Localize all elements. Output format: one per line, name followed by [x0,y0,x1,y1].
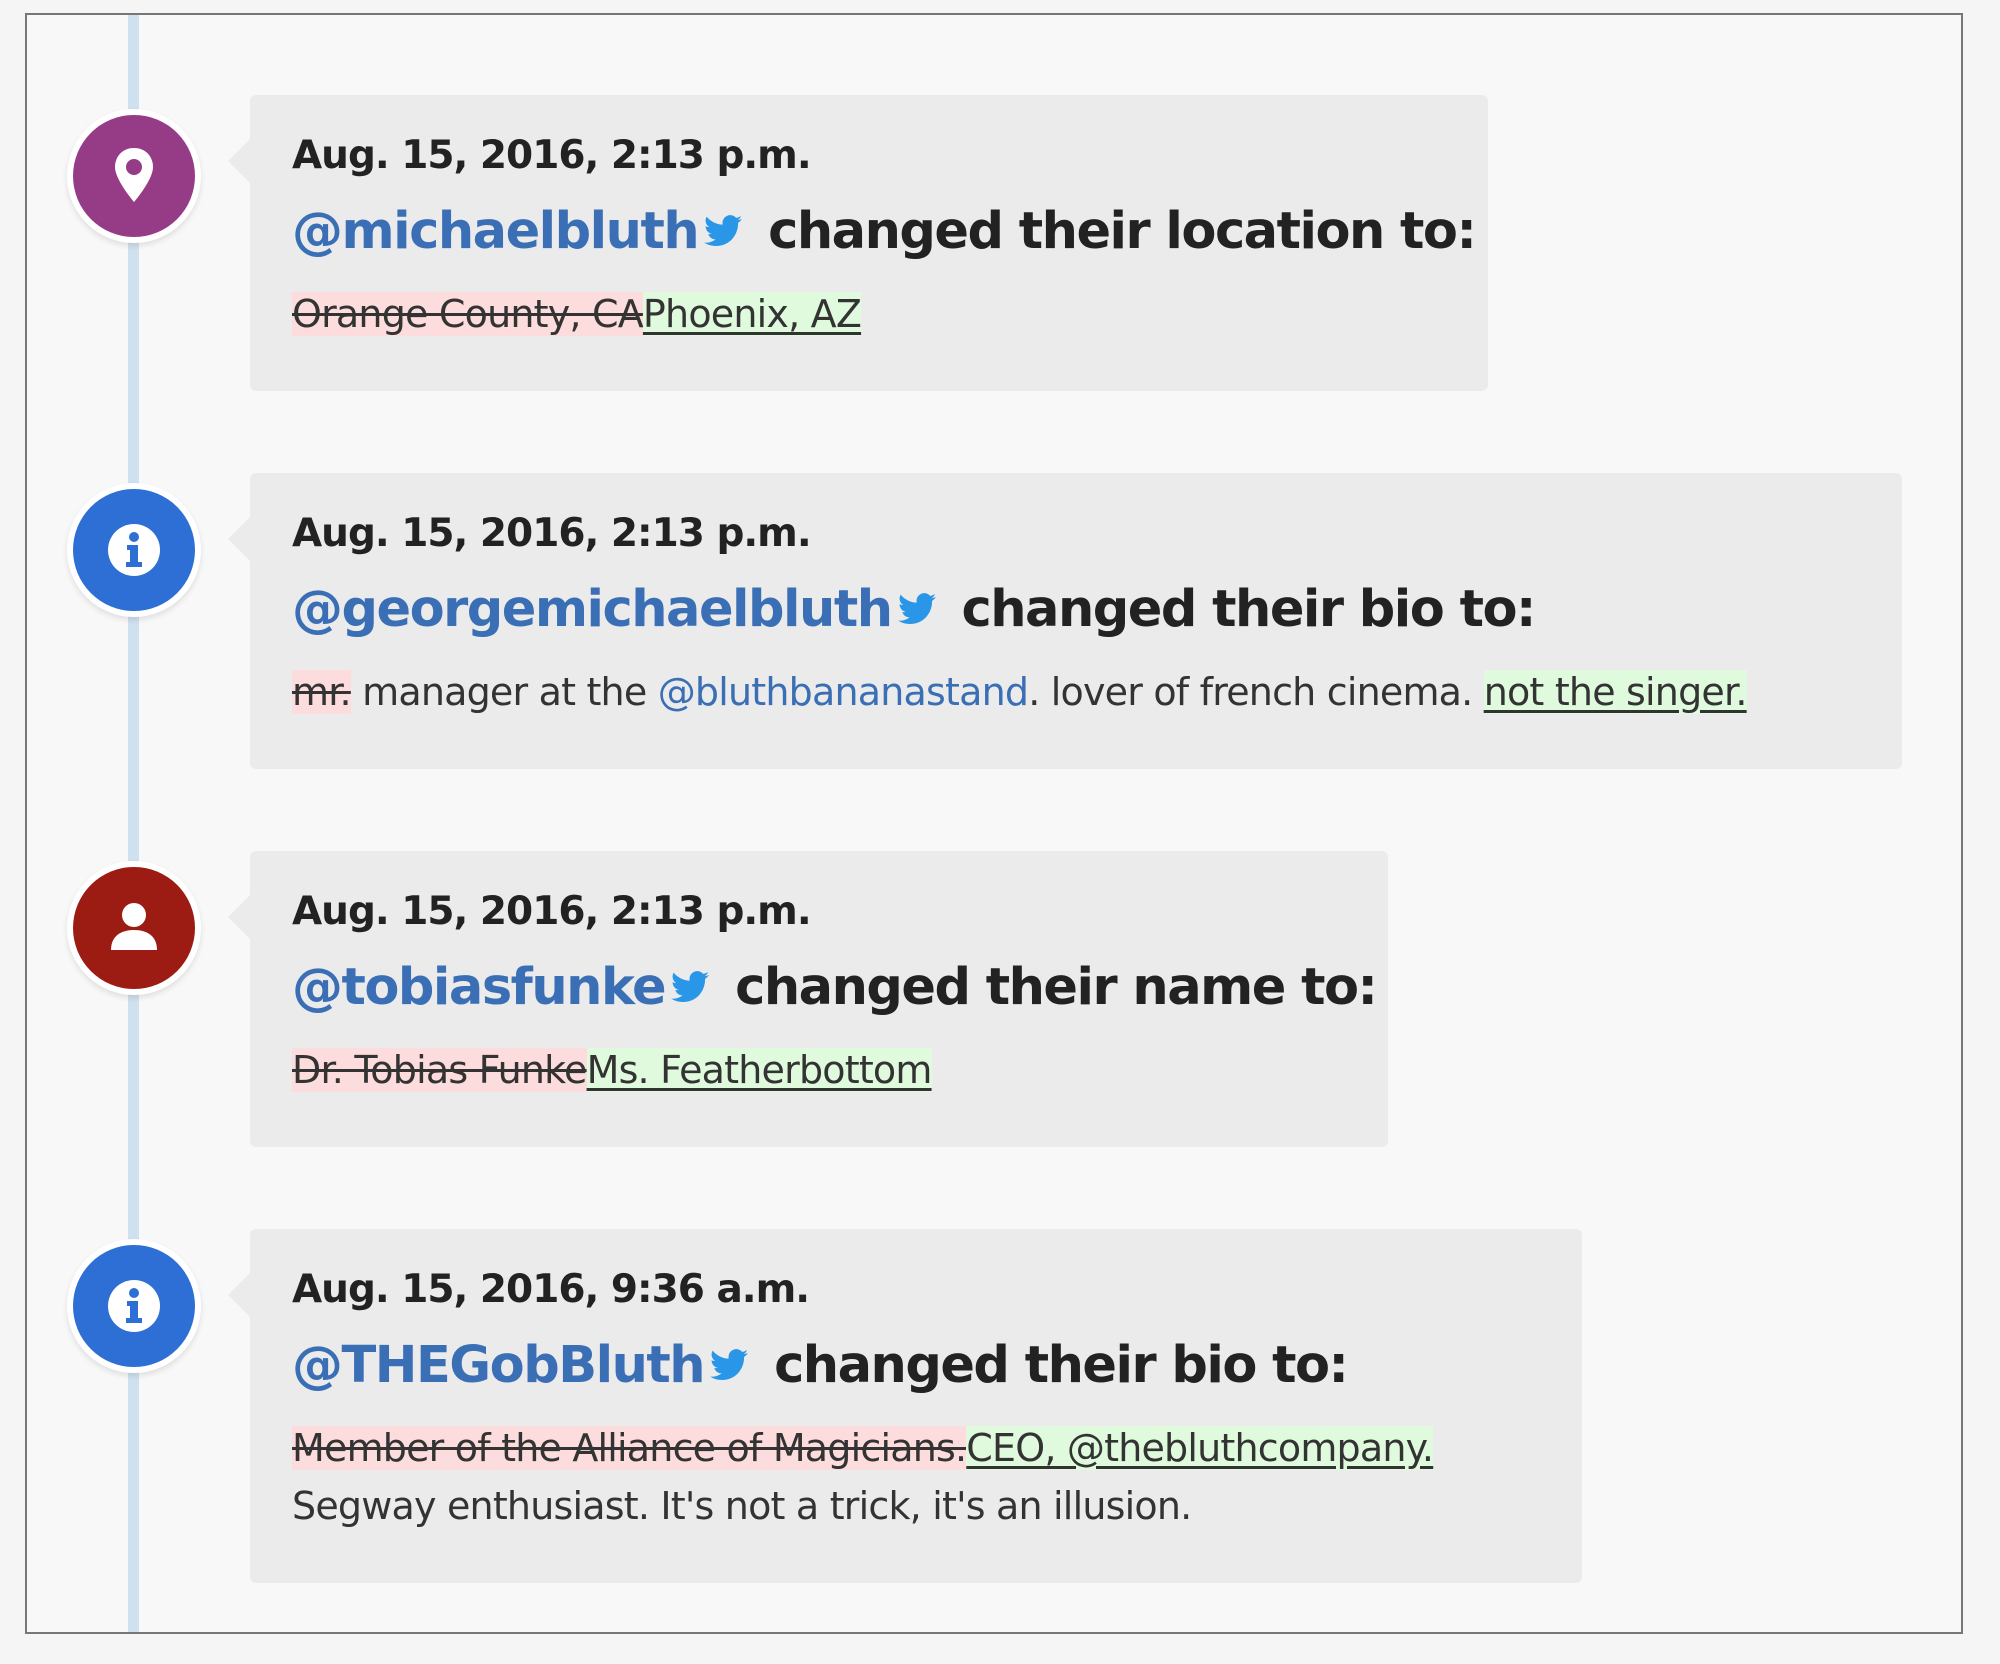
activity-card: Aug. 15, 2016, 9:36 a.m. @THEGobBluth cha… [228,1229,1582,1583]
deleted-text: Dr. Tobias Funke [292,1048,587,1092]
timeline-marker [67,1239,201,1373]
activity-action: changed their location to: [768,202,1477,261]
activity-headline: @tobiasfunke changed their name to: [292,956,1378,1019]
inserted-text: Ms. Featherbottom [586,1048,932,1092]
inserted-text: not the singer. [1483,670,1747,714]
twitter-bird-icon [710,1334,749,1396]
twitter-bird-icon [897,578,936,640]
activity-action: changed their name to: [735,958,1378,1017]
user-handle-link[interactable]: @tobiasfunke [292,958,667,1017]
change-diff: mr. manager at the @bluthbananastand. lo… [292,663,1860,721]
twitter-bird-icon [671,956,710,1018]
timeline-panel: Aug. 15, 2016, 2:13 p.m. @michaelbluth ch… [25,13,1963,1634]
timestamp: Aug. 15, 2016, 2:13 p.m. [292,511,812,556]
change-diff: Member of the Alliance of Magicians.CEO,… [292,1419,1540,1535]
activity-action: changed their bio to: [961,580,1537,639]
timestamp: Aug. 15, 2016, 9:36 a.m. [292,1267,810,1312]
inserted-text: CEO, @thebluthcompany. [966,1426,1434,1470]
mention-link[interactable]: @bluthbananastand [658,670,1029,714]
deleted-text: mr. [292,670,352,714]
deleted-text: Orange County, CA [292,292,644,336]
change-diff: Orange County, CAPhoenix, AZ [292,285,1446,343]
user-handle-link[interactable]: @michaelbluth [292,202,700,261]
activity-headline: @michaelbluth changed their location to: [292,200,1477,263]
activity-headline: @georgemichaelbluth changed their bio to: [292,579,1860,641]
activity-action: changed their bio to: [774,1336,1349,1395]
change-diff: Dr. Tobias FunkeMs. Featherbottom [292,1041,1346,1099]
deleted-text: Member of the Alliance of Magicians. [292,1426,967,1470]
timeline-marker [67,483,201,617]
inserted-text: Phoenix, AZ [642,292,862,336]
activity-headline: @THEGobBluth changed their bio to: [292,1335,1540,1397]
twitter-bird-icon [704,200,743,262]
location-pin-icon [73,115,195,237]
timeline-line [128,15,139,1632]
person-icon [73,867,195,989]
activity-card: Aug. 15, 2016, 2:13 p.m. @tobiasfunke cha… [228,851,1388,1147]
activity-card: Aug. 15, 2016, 2:13 p.m. @michaelbluth ch… [228,95,1488,391]
info-icon [73,489,195,611]
timeline-marker [67,109,201,243]
timestamp: Aug. 15, 2016, 2:13 p.m. [292,889,812,934]
timeline-marker [67,861,201,995]
user-handle-link[interactable]: @georgemichaelbluth [292,580,893,639]
unchanged-text: Segway enthusiast. It's not a trick, it'… [292,1484,1192,1528]
user-handle-link[interactable]: @THEGobBluth [292,1336,706,1395]
unchanged-text: manager at the [350,670,658,714]
unchanged-text: . lover of french cinema. [1028,670,1484,714]
timestamp: Aug. 15, 2016, 2:13 p.m. [292,133,812,178]
info-icon [73,1245,195,1367]
activity-card: Aug. 15, 2016, 2:13 p.m. @georgemichaelb… [228,473,1902,769]
